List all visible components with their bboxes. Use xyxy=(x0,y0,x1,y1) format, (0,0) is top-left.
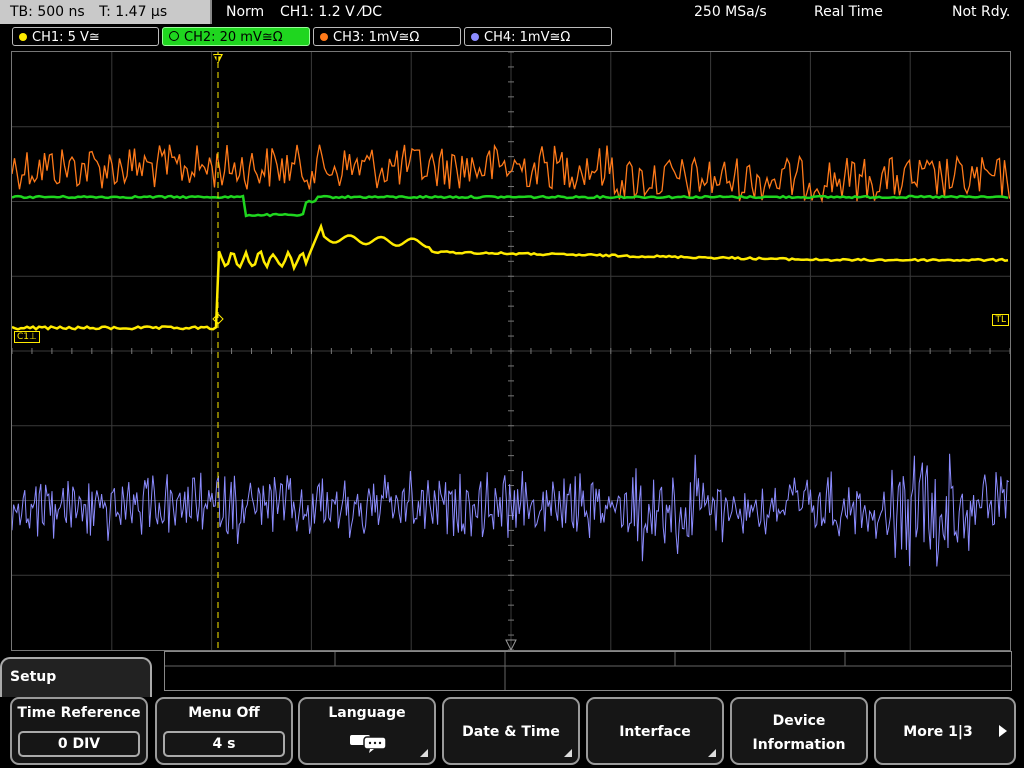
date-time-label: Date & Time xyxy=(462,724,560,740)
menu-off-value: 4 s xyxy=(163,731,285,757)
interface-button[interactable]: Interface xyxy=(586,697,724,765)
ch1-ground-marker[interactable]: C1⊥ xyxy=(14,331,40,343)
language-label: Language xyxy=(328,705,406,721)
sample-rate: 250 MSa/s xyxy=(694,4,767,20)
ch2-label: CH2: 20 mV≅Ω xyxy=(184,30,283,45)
device-information-button[interactable]: Device Information xyxy=(730,697,868,765)
channel-tab-ch4[interactable]: CH4: 1mV≅Ω xyxy=(464,27,612,46)
menu-off-button[interactable]: Menu Off 4 s xyxy=(155,697,293,765)
horizontal-overview xyxy=(164,651,1012,691)
ch1-label: CH1: 5 V≅ xyxy=(32,30,100,45)
ch3-label: CH3: 1mV≅Ω xyxy=(333,30,420,45)
time-reference-button[interactable]: Time Reference 0 DIV xyxy=(10,697,148,765)
ch4-dot-icon xyxy=(471,33,479,41)
language-button[interactable]: Language xyxy=(298,697,436,765)
submenu-arrow-icon xyxy=(564,749,572,757)
trigger-state: Not Rdy. xyxy=(952,4,1011,20)
ch3-dot-icon xyxy=(320,33,328,41)
channel-tab-ch1[interactable]: CH1: 5 V≅ xyxy=(12,27,159,46)
ch2-dot-icon xyxy=(169,31,179,41)
trace-ch2 xyxy=(12,194,1009,218)
trigger-info[interactable]: CH1: 1.2 V ⁄DC xyxy=(280,0,382,24)
information-label: Information xyxy=(752,737,846,753)
waveform-display[interactable]: T C1⊥ TL xyxy=(11,51,1011,651)
overview-svg xyxy=(165,652,1011,690)
device-label: Device xyxy=(772,713,826,729)
trace-ch1 xyxy=(12,222,1009,331)
submenu-arrow-icon xyxy=(420,749,428,757)
timebase-readout: TB: 500 ns xyxy=(10,4,85,20)
date-time-button[interactable]: Date & Time xyxy=(442,697,580,765)
submenu-arrow-icon xyxy=(708,749,716,757)
acquisition-mode: Real Time xyxy=(814,4,883,20)
channel-tab-ch3[interactable]: CH3: 1mV≅Ω xyxy=(313,27,461,46)
ch1-dot-icon xyxy=(19,33,27,41)
menu-off-label: Menu Off xyxy=(188,705,260,721)
status-bar: Norm CH1: 1.2 V ⁄DC 250 MSa/s Real Time … xyxy=(214,0,1024,24)
waveform-svg xyxy=(12,52,1010,650)
trigger-level-marker[interactable]: TL xyxy=(992,314,1009,326)
next-page-arrow-icon xyxy=(999,725,1007,737)
trigger-marker-label: T xyxy=(214,54,221,65)
time-reference-value: 0 DIV xyxy=(18,731,140,757)
more-button[interactable]: More 1|3 xyxy=(874,697,1016,765)
interface-label: Interface xyxy=(619,724,691,740)
more-label: More 1|3 xyxy=(903,724,973,740)
menu-title-setup: Setup xyxy=(0,657,152,697)
timebase-box[interactable]: TB: 500 ns T: 1.47 µs xyxy=(0,0,212,24)
channel-tab-ch2[interactable]: CH2: 20 mV≅Ω xyxy=(162,27,310,46)
ch4-label: CH4: 1mV≅Ω xyxy=(484,30,571,45)
trigger-mode[interactable]: Norm xyxy=(226,0,264,24)
time-reference-label: Time Reference xyxy=(17,705,141,721)
speech-bubble-icon xyxy=(350,735,387,753)
trigger-time-readout: T: 1.47 µs xyxy=(99,4,168,20)
